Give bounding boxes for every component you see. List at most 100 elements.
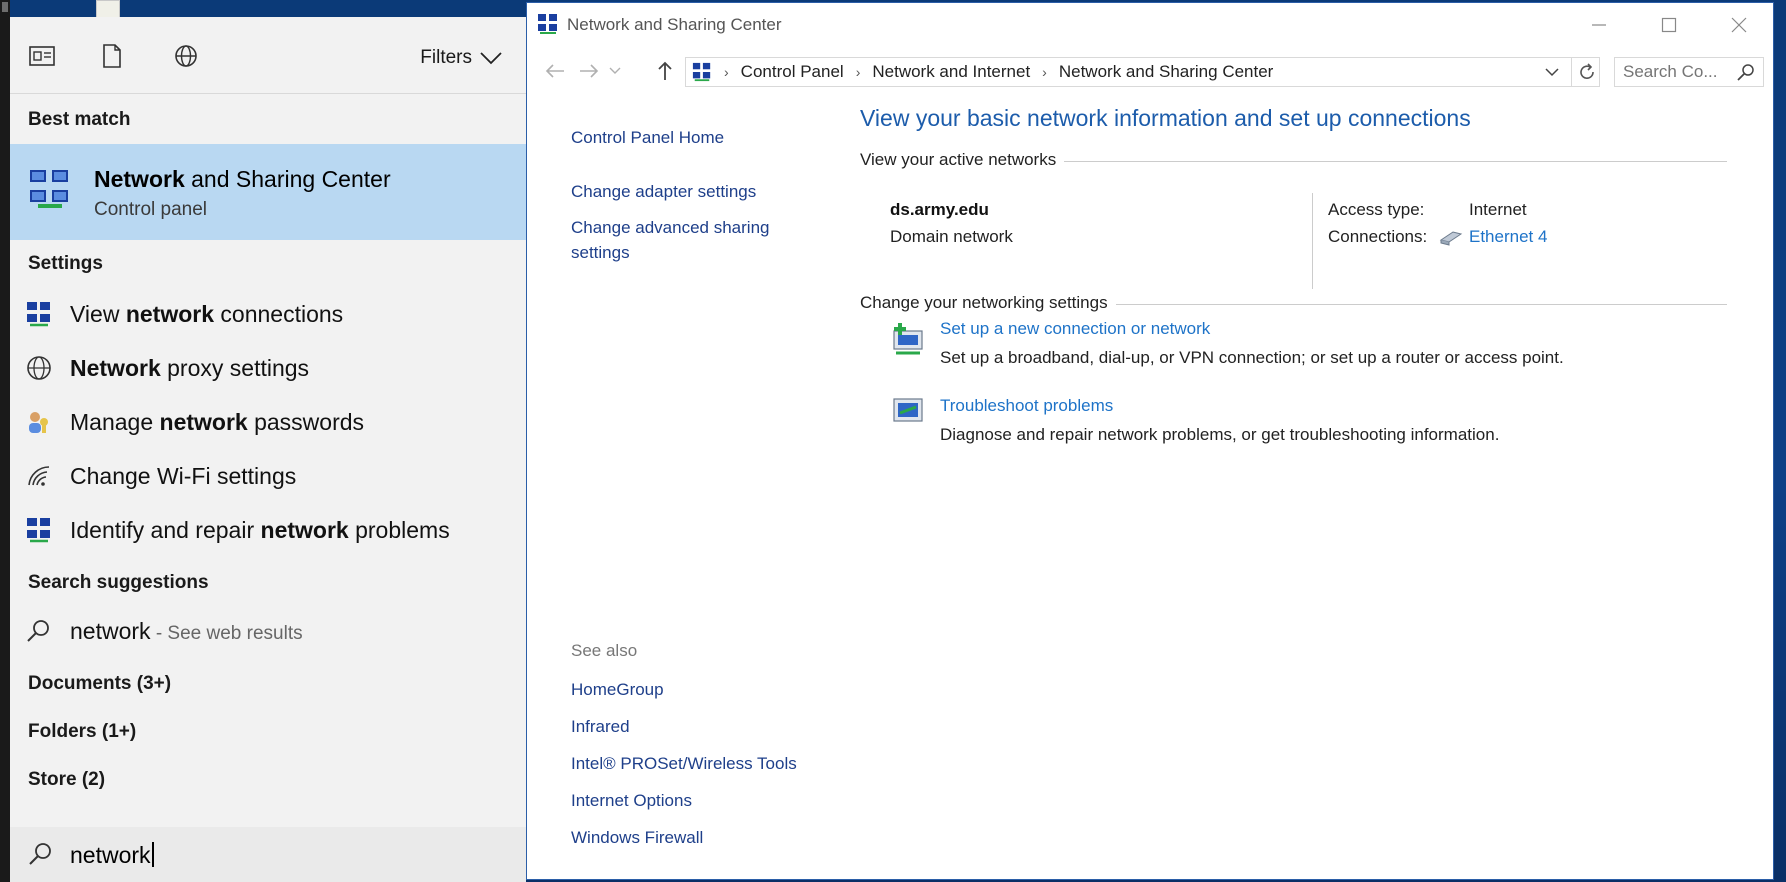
- troubleshoot-icon: [893, 398, 923, 422]
- change-adapter-settings-link[interactable]: Change adapter settings: [571, 179, 756, 204]
- breadcrumb-network-internet[interactable]: Network and Internet: [872, 62, 1030, 82]
- result-label: Identify and repair network problems: [70, 517, 450, 544]
- search-field[interactable]: [1614, 57, 1764, 87]
- credential-manager-icon: [29, 412, 48, 433]
- arrow-right-icon: [580, 64, 599, 78]
- search-panel: Filters Best match Network and Sharing C…: [10, 17, 526, 882]
- result-text-bold: network: [159, 409, 248, 435]
- setup-new-connection-link[interactable]: Set up a new connection or network: [940, 319, 1210, 339]
- result-manage-network-passwords[interactable]: Manage network passwords: [10, 399, 526, 445]
- access-type-value: Internet: [1469, 200, 1527, 219]
- documents-category[interactable]: Documents (3+): [28, 673, 171, 695]
- search-query[interactable]: network: [70, 842, 154, 869]
- result-label: Manage network passwords: [70, 409, 364, 436]
- store-category[interactable]: Store (2): [28, 769, 105, 791]
- intel-proset-link[interactable]: Intel® PROSet/Wireless Tools: [571, 751, 797, 776]
- web-suggestion[interactable]: network - See web results: [10, 608, 526, 654]
- network-name: ds.army.edu: [890, 200, 989, 219]
- search-input[interactable]: [1615, 58, 1735, 86]
- refresh-icon: [1580, 63, 1594, 79]
- maximize-button[interactable]: [1635, 3, 1703, 47]
- network-connections-icon: [27, 302, 50, 327]
- result-view-network-connections[interactable]: View network connections: [10, 291, 526, 337]
- result-label: View network connections: [70, 301, 343, 328]
- main-content-pane: View your basic network information and …: [860, 93, 1760, 879]
- filters-label: Filters: [420, 47, 472, 68]
- access-type-label: Access type:: [1328, 200, 1425, 219]
- infrared-link[interactable]: Infrared: [571, 714, 630, 739]
- settings-heading: Settings: [28, 253, 103, 274]
- best-match-title: Network and Sharing Center: [94, 166, 391, 193]
- new-connection-icon: [893, 323, 923, 355]
- chevron-right-icon: ›: [855, 64, 861, 80]
- result-text-bold: Network: [70, 355, 161, 381]
- network-center-icon: [692, 62, 711, 82]
- result-text: problems: [348, 517, 450, 543]
- up-button[interactable]: [653, 61, 677, 81]
- close-button[interactable]: [1705, 3, 1773, 47]
- result-text: proxy settings: [160, 355, 310, 381]
- breadcrumb-network-sharing-center[interactable]: Network and Sharing Center: [1059, 62, 1274, 82]
- minimize-icon: [1592, 24, 1606, 26]
- minimize-button[interactable]: [1565, 3, 1633, 47]
- title-bar[interactable]: Network and Sharing Center: [527, 3, 1773, 47]
- change-settings-label: Change your networking settings: [860, 293, 1116, 313]
- chevron-down-icon: [480, 52, 502, 65]
- connections-label: Connections:: [1328, 227, 1428, 246]
- text-caret: [151, 842, 154, 867]
- best-match-heading: Best match: [28, 109, 131, 130]
- window-title: Network and Sharing Center: [567, 15, 782, 34]
- search-box[interactable]: network: [10, 827, 526, 882]
- network-troubleshoot-icon: [27, 518, 50, 543]
- suggestion-suffix: - See web results: [150, 623, 303, 644]
- network-category[interactable]: Domain network: [890, 227, 1013, 247]
- result-text: connections: [214, 301, 344, 327]
- result-label: Change Wi-Fi settings: [70, 463, 296, 490]
- close-icon: [1731, 17, 1747, 33]
- result-network-proxy-settings[interactable]: Network proxy settings: [10, 345, 526, 391]
- back-button[interactable]: [543, 61, 567, 81]
- suggestion-label: network - See web results: [70, 618, 303, 645]
- result-change-wifi-settings[interactable]: Change Wi-Fi settings: [10, 453, 526, 499]
- apps-filter-icon[interactable]: [28, 43, 56, 69]
- result-text-bold: network: [125, 301, 215, 327]
- result-label: Network proxy settings: [70, 355, 309, 382]
- search-query-text: network: [70, 842, 151, 868]
- change-advanced-sharing-link[interactable]: Change advanced sharing settings: [571, 215, 821, 265]
- homegroup-link[interactable]: HomeGroup: [571, 677, 664, 702]
- search-icon: [1737, 64, 1754, 81]
- refresh-button[interactable]: [1571, 57, 1602, 87]
- chevron-down-icon[interactable]: [1545, 68, 1559, 77]
- setup-new-connection-description: Set up a broadband, dial-up, or VPN conn…: [940, 348, 1564, 367]
- desktop-file-icon[interactable]: [96, 0, 120, 18]
- globe-icon: [27, 356, 51, 380]
- windows-firewall-link[interactable]: Windows Firewall: [571, 825, 703, 850]
- filters-dropdown[interactable]: Filters: [420, 47, 502, 69]
- result-text: Manage: [70, 409, 160, 435]
- search-icon: [29, 843, 51, 865]
- address-bar: › Control Panel › Network and Internet ›…: [527, 53, 1773, 89]
- active-networks-label: View your active networks: [860, 150, 1065, 170]
- best-match-result[interactable]: Network and Sharing Center Control panel: [10, 144, 526, 240]
- recent-locations-button[interactable]: [603, 61, 627, 81]
- troubleshoot-problems-link[interactable]: Troubleshoot problems: [940, 396, 1113, 416]
- forward-button[interactable]: [577, 61, 601, 81]
- result-text-bold: network: [260, 517, 349, 543]
- arrow-up-icon: [658, 61, 672, 80]
- internet-options-link[interactable]: Internet Options: [571, 788, 692, 813]
- result-text: passwords: [247, 409, 365, 435]
- ethernet-connection-link[interactable]: Ethernet 4: [1469, 227, 1547, 247]
- network-center-icon: [30, 170, 68, 208]
- control-panel-home-link[interactable]: Control Panel Home: [571, 125, 724, 150]
- network-sharing-center-window: Network and Sharing Center › Control Pan…: [526, 2, 1774, 880]
- breadcrumb-control-panel[interactable]: Control Panel: [741, 62, 844, 82]
- documents-filter-icon[interactable]: [98, 43, 126, 69]
- maximize-icon: [1661, 17, 1677, 33]
- web-filter-icon[interactable]: [172, 43, 200, 69]
- network-center-icon: [538, 14, 557, 34]
- folders-category[interactable]: Folders (1+): [28, 721, 136, 743]
- result-text: Change Wi-Fi settings: [70, 463, 297, 489]
- page-title: View your basic network information and …: [860, 105, 1471, 131]
- result-identify-repair-problems[interactable]: Identify and repair network problems: [10, 507, 526, 553]
- address-field[interactable]: › Control Panel › Network and Internet ›…: [685, 57, 1600, 87]
